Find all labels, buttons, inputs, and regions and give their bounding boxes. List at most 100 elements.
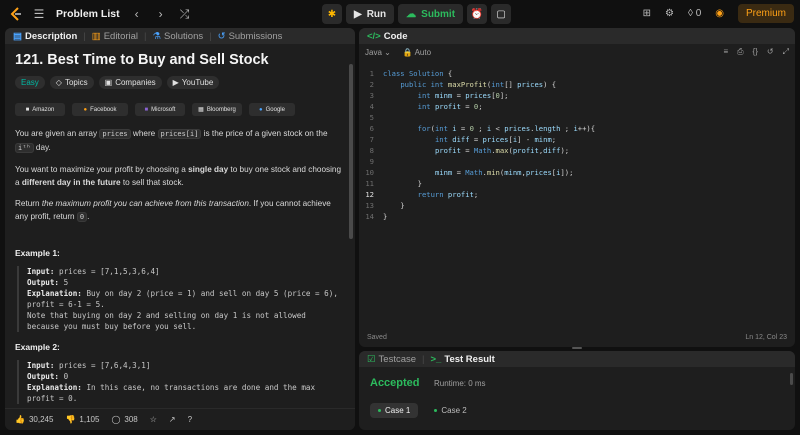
history-icon: ↺ xyxy=(217,30,226,42)
comment-icon: ◯ xyxy=(111,415,121,424)
company-google[interactable]: ● Google xyxy=(249,103,295,116)
layout-grid-icon[interactable]: ⊞ xyxy=(643,8,651,19)
company-list: ■ Amazon ● Facebook ■ Microsoft ▦ Bloomberg … xyxy=(15,103,345,116)
shuffle-icon[interactable]: ⤮ xyxy=(178,7,192,22)
list-icon[interactable]: ☰ xyxy=(32,7,46,21)
flame-icon: ◊ xyxy=(687,8,693,19)
reset-icon[interactable]: ↺ xyxy=(767,47,774,57)
tab-description[interactable]: ▤ Description xyxy=(13,31,77,42)
premium-button[interactable]: Premium xyxy=(737,4,794,23)
tab-code[interactable]: </> Code xyxy=(367,31,408,42)
code-area[interactable]: 1 class Solution { 2 public int maxProfit… xyxy=(359,68,795,222)
star-icon: ☆ xyxy=(149,415,157,424)
code-line: 6 for(int i = 0 ; i < prices.length ; i+… xyxy=(369,124,596,133)
gear-icon[interactable]: ⚙ xyxy=(665,8,674,19)
result-scrollbar[interactable] xyxy=(790,373,793,385)
google-icon: ● xyxy=(259,106,263,113)
avatar[interactable]: ◉ xyxy=(715,8,724,19)
company-bloomberg[interactable]: ▦ Bloomberg xyxy=(192,103,242,116)
favorite-button[interactable]: ☆ xyxy=(150,415,157,424)
share-icon: ↗ xyxy=(168,415,176,424)
chevron-right-icon[interactable]: › xyxy=(154,7,168,21)
format-icon[interactable]: ≡ xyxy=(723,47,728,57)
code-line: 2 public int maxProfit(int[] prices) { xyxy=(369,80,557,89)
alarm-icon: ⏰ xyxy=(470,8,484,20)
notes-button[interactable]: ▢ xyxy=(491,4,512,24)
top-bar: ☰ Problem List ‹ › ⤮ ✱ ▶ Run ☁ Submit ⏰ ▢ … xyxy=(0,0,800,28)
timer-button[interactable]: ⏰ xyxy=(467,4,488,24)
checkbox-icon: ☑ xyxy=(367,353,376,365)
share-button[interactable]: ↗ xyxy=(169,415,176,424)
thumbs-down-icon: 👎 xyxy=(65,415,76,424)
code-line: 10 minm = Math.min(minm,prices[i]); xyxy=(365,168,574,177)
cloud-upload-icon: ☁ xyxy=(406,8,417,20)
result-tabs: ☑ Testcase | >_ Test Result xyxy=(359,351,795,367)
tab-solutions[interactable]: ⚗ Solutions xyxy=(153,31,204,42)
chevron-down-icon: ⌄ xyxy=(384,47,391,57)
note-icon: ▢ xyxy=(496,8,506,20)
description-paragraph-3: Return the maximum profit you can achiev… xyxy=(15,199,331,222)
submit-button[interactable]: ☁ Submit xyxy=(398,4,464,24)
problem-list-link[interactable]: Problem List xyxy=(56,8,120,20)
facebook-icon: ● xyxy=(83,106,88,113)
companies-tag[interactable]: ▣ Companies xyxy=(98,76,162,89)
bloomberg-icon: ▦ xyxy=(198,107,204,113)
tab-test-result[interactable]: >_ Test Result xyxy=(431,354,495,365)
language-select[interactable]: Java ⌄ xyxy=(365,48,391,57)
document-icon: ▤ xyxy=(13,30,22,42)
auto-mode[interactable]: 🔒 Auto xyxy=(403,48,431,57)
company-amazon[interactable]: ■ Amazon xyxy=(15,103,65,116)
case-1-tab[interactable]: Case 1 xyxy=(370,403,419,418)
thumbs-up-icon: 👍 xyxy=(15,415,25,424)
company-microsoft[interactable]: ■ Microsoft xyxy=(135,103,185,116)
description-footer: 👍 30,245 👎 1,105 ◯ 308 ☆ ↗ ? xyxy=(5,408,355,430)
problem-title[interactable]: 121. Best Time to Buy and Sell Stock xyxy=(15,52,345,68)
code-line: 5 xyxy=(369,113,374,122)
dislike-button[interactable]: 👎 1,105 xyxy=(65,415,99,424)
editor-toolbar: Java ⌄ 🔒 Auto ≡ ⎙ {} ↺ ⤢ xyxy=(359,44,795,60)
fullscreen-icon[interactable]: ⤢ xyxy=(783,47,789,57)
lock-icon: ▣ xyxy=(104,78,113,87)
help-button[interactable]: ? xyxy=(188,415,192,424)
bookmark-icon[interactable]: ⎙ xyxy=(737,47,743,57)
lock-icon: 🔒 xyxy=(402,47,413,57)
editor-status-bar: Saved Ln 12, Col 23 xyxy=(367,334,787,341)
panel-resize-handle[interactable] xyxy=(572,347,582,349)
code-line: 8 profit = Math.max(profit,diff); xyxy=(369,146,570,155)
like-button[interactable]: 👍 30,245 xyxy=(15,415,53,424)
microsoft-icon: ■ xyxy=(144,106,149,113)
youtube-tag[interactable]: ▶ YouTube xyxy=(166,76,220,89)
code-line: 3 int minm = prices[0]; xyxy=(369,91,509,100)
streak-counter[interactable]: ◊ 0 xyxy=(688,8,701,19)
tag-icon: ◇ xyxy=(55,78,62,87)
help-icon: ? xyxy=(187,415,193,424)
run-button[interactable]: ▶ Run xyxy=(346,4,395,24)
code-line: 9 xyxy=(369,157,374,166)
pass-dot-icon xyxy=(434,409,438,412)
problem-tags: Easy ◇ Topics ▣ Companies ▶ YouTube xyxy=(15,76,345,89)
code-line-current: 12 return profit; xyxy=(365,190,479,199)
code-brackets-icon: </> xyxy=(367,30,381,42)
case-2-tab[interactable]: Case 2 xyxy=(426,403,474,418)
company-facebook[interactable]: ● Facebook xyxy=(72,103,128,116)
code-editor-panel: </> Code Java ⌄ 🔒 Auto ≡ ⎙ {} ↺ ⤢ 1 class … xyxy=(359,28,795,347)
description-scrollbar[interactable] xyxy=(349,64,353,239)
leetcode-logo-icon[interactable] xyxy=(10,7,22,21)
bug-icon: ✱ xyxy=(327,8,337,20)
code-line: 1 class Solution { xyxy=(369,69,453,78)
amazon-icon: ■ xyxy=(25,106,30,113)
cursor-position: Ln 12, Col 23 xyxy=(745,334,787,341)
topics-tag[interactable]: ◇ Topics xyxy=(49,76,94,89)
tab-editorial[interactable]: ▥ Editorial xyxy=(92,31,138,42)
debug-button[interactable]: ✱ xyxy=(322,4,342,24)
chevron-left-icon[interactable]: ‹ xyxy=(130,7,144,21)
code-line: 13 } xyxy=(365,201,405,210)
tab-testcase[interactable]: ☑ Testcase xyxy=(367,354,416,365)
description-paragraph-2: You want to maximize your profit by choo… xyxy=(15,165,342,187)
terminal-icon: >_ xyxy=(430,353,442,365)
tab-submissions[interactable]: ↺ Submissions xyxy=(218,31,283,42)
braces-icon[interactable]: {} xyxy=(753,47,758,57)
accepted-status: Accepted xyxy=(370,377,420,389)
runtime-text: Runtime: 0 ms xyxy=(433,379,486,388)
comments-button[interactable]: ◯ 308 xyxy=(111,415,137,424)
